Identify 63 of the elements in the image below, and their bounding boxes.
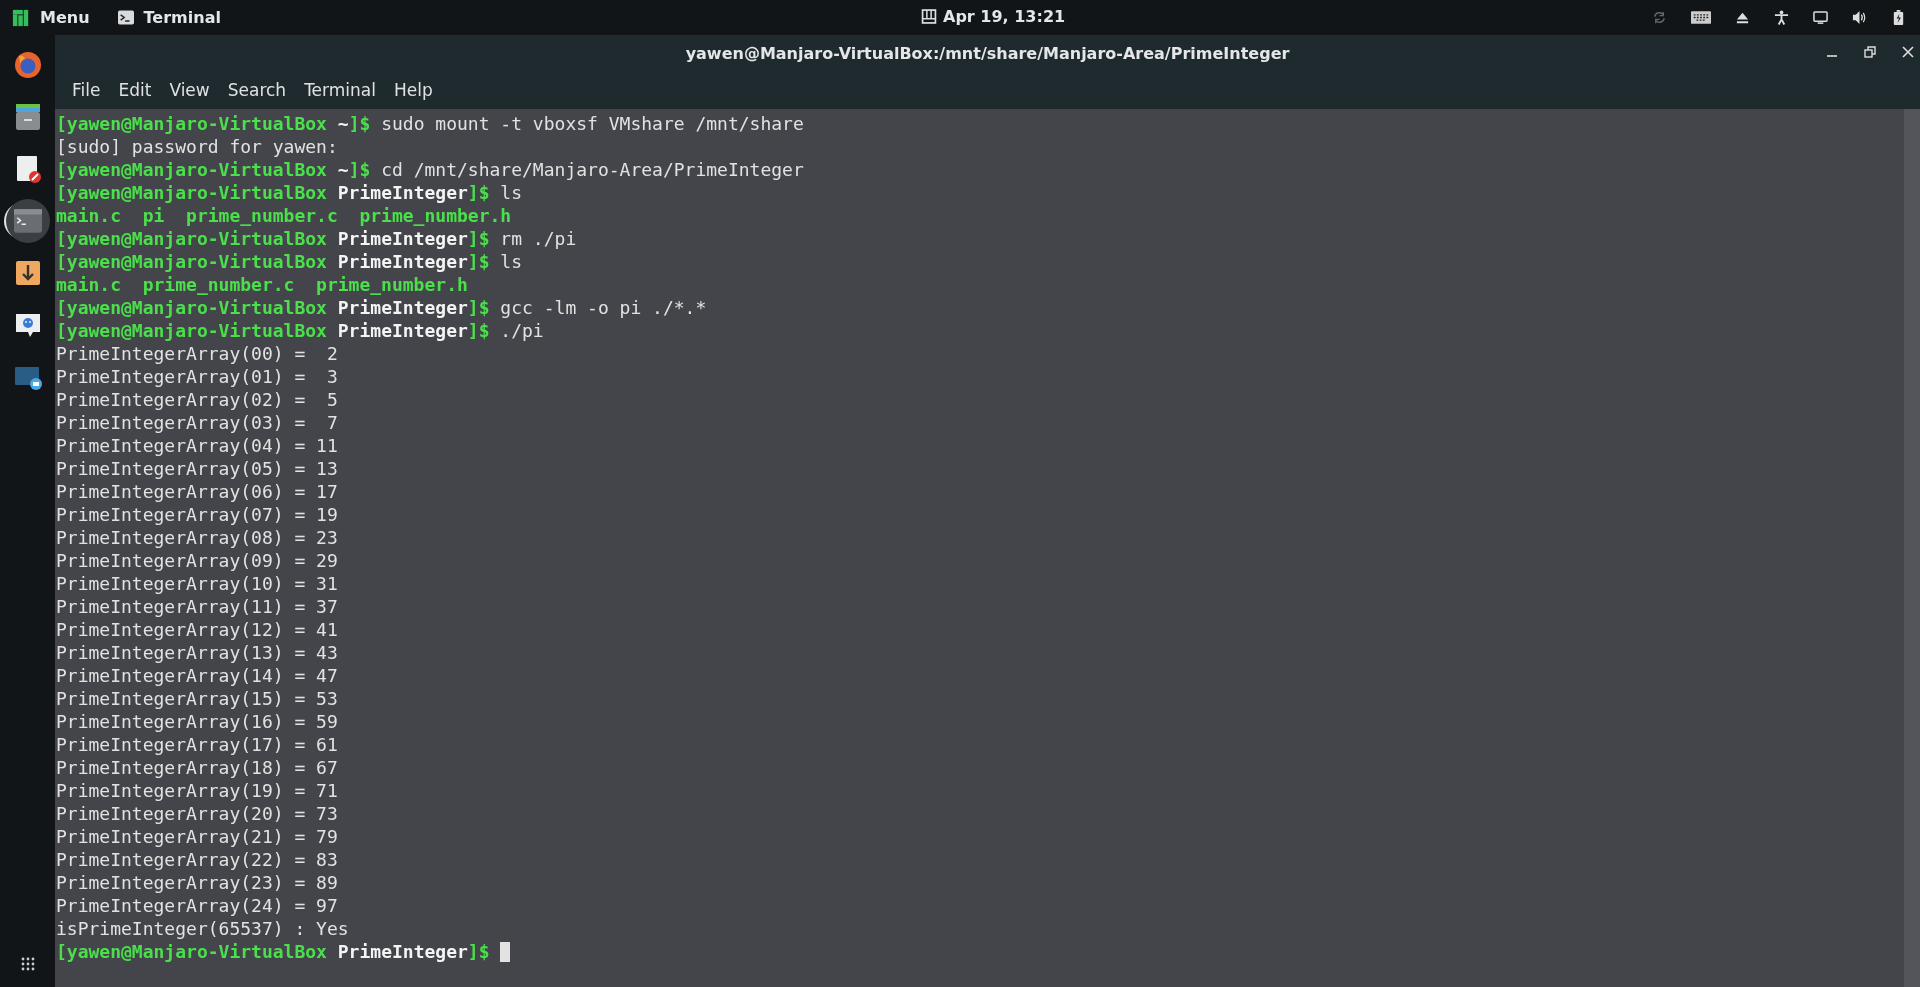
menu-item[interactable]: View (160, 76, 219, 104)
terminal-line: PrimeIntegerArray(10) = 31 (56, 572, 338, 595)
terminal-line: PrimeIntegerArray(16) = 59 (56, 710, 338, 733)
terminal-line: main.c prime_number.c prime_number.h (56, 273, 468, 296)
terminal-line: PrimeIntegerArray(02) = 5 (56, 388, 338, 411)
terminal-line: main.c pi prime_number.c prime_number.h (56, 204, 512, 227)
terminal-line: PrimeIntegerArray(01) = 3 (56, 365, 338, 388)
terminal-line: PrimeIntegerArray(18) = 67 (56, 756, 338, 779)
terminal-line: PrimeIntegerArray(04) = 11 (56, 434, 338, 457)
active-app-button[interactable]: Terminal (111, 4, 227, 31)
terminal-line: PrimeIntegerArray(24) = 97 (56, 894, 338, 917)
terminal-line: PrimeIntegerArray(19) = 71 (56, 779, 338, 802)
terminal-line: PrimeIntegerArray(03) = 7 (56, 411, 338, 434)
browser-icon (12, 50, 43, 80)
menu-item[interactable]: File (63, 76, 110, 104)
terminal-line: PrimeIntegerArray(06) = 17 (56, 480, 338, 503)
calendar-icon (921, 9, 937, 24)
restore-icon[interactable] (1864, 46, 1876, 58)
terminal-icon (117, 10, 134, 25)
eject-icon[interactable] (1735, 10, 1750, 25)
window-title: yawen@Manjaro-VirtualBox:/mnt/share/Manjaro-Area/PrimeInteger (685, 43, 1290, 63)
menu-button[interactable]: Menu (6, 4, 96, 31)
terminal-line: PrimeIntegerArray(05) = 13 (56, 457, 338, 480)
scrollbar[interactable] (1904, 109, 1920, 987)
battery-icon[interactable] (1891, 10, 1906, 25)
terminal-line: [yawen@Manjaro-VirtualBox PrimeInteger]$ (56, 940, 511, 963)
terminal-line: PrimeIntegerArray(20) = 73 (56, 802, 338, 825)
terminal-line: [yawen@Manjaro-VirtualBox ~]$ sudo mount -t vboxsf VMshare /mnt/share (56, 112, 804, 135)
terminal-line: PrimeIntegerArray(12) = 41 (56, 618, 338, 641)
close-icon[interactable] (1902, 46, 1914, 58)
terminal-line: PrimeIntegerArray(11) = 37 (56, 595, 338, 618)
terminal-line: [yawen@Manjaro-VirtualBox PrimeInteger]$ ls (56, 181, 523, 204)
terminal-line: [yawen@Manjaro-VirtualBox PrimeInteger]$ rm ./pi (56, 227, 577, 250)
terminal-line: [sudo] password for yawen: (56, 135, 338, 158)
terminal-line: PrimeIntegerArray(09) = 29 (56, 549, 338, 572)
keyboard-icon[interactable] (1691, 11, 1711, 24)
display-icon[interactable] (1813, 10, 1828, 25)
clock-button[interactable]: Apr 19, 13:21 (915, 3, 1072, 30)
volume-icon[interactable] (1852, 10, 1867, 25)
terminal-line: PrimeIntegerArray(17) = 61 (56, 733, 338, 756)
terminal-line: PrimeIntegerArray(13) = 43 (56, 641, 338, 664)
dock-item[interactable] (5, 199, 50, 243)
terminal-line: PrimeIntegerArray(22) = 83 (56, 848, 338, 871)
sync-icon[interactable] (1652, 10, 1667, 25)
menu-item[interactable]: Help (384, 76, 442, 104)
terminal-icon (13, 209, 42, 233)
terminal-line: PrimeIntegerArray(07) = 19 (56, 503, 338, 526)
terminal-line: [yawen@Manjaro-VirtualBox PrimeInteger]$ ./pi (56, 319, 544, 342)
menu-item[interactable]: Search (218, 76, 296, 104)
terminal-line: PrimeIntegerArray(08) = 23 (56, 526, 338, 549)
terminal-line: PrimeIntegerArray(15) = 53 (56, 687, 338, 710)
terminal-line: [yawen@Manjaro-VirtualBox PrimeInteger]$ gcc -lm -o pi ./*.* (56, 296, 707, 319)
terminal-line: [yawen@Manjaro-VirtualBox PrimeInteger]$ ls (56, 250, 523, 273)
terminal-line: PrimeIntegerArray(00) = 2 (56, 342, 338, 365)
accessibility-icon[interactable] (1774, 10, 1789, 25)
terminal-line: PrimeIntegerArray(23) = 89 (56, 871, 338, 894)
terminal-line: isPrimeInteger(65537) : Yes (56, 917, 349, 940)
menu-item[interactable]: Terminal (295, 76, 385, 104)
menu-item[interactable]: Edit (109, 76, 161, 104)
terminal-line: PrimeIntegerArray(14) = 47 (56, 664, 338, 687)
app-grid-icon[interactable] (20, 957, 35, 971)
terminal-line: [yawen@Manjaro-VirtualBox ~]$ cd /mnt/share/Manjaro-Area/PrimeInteger (56, 158, 804, 181)
terminal-line: PrimeIntegerArray(21) = 79 (56, 825, 338, 848)
